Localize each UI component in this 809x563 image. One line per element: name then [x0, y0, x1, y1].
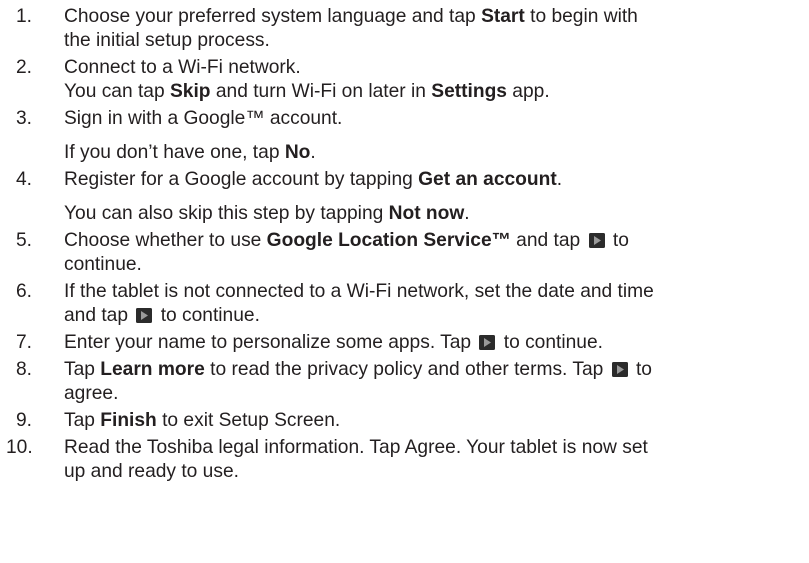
step-item: 1. Choose your preferred system language …	[16, 5, 806, 53]
text-run: to continue.	[155, 305, 260, 326]
text-run: app.	[506, 81, 550, 102]
text-run: .	[556, 169, 563, 190]
step-number: 6.	[16, 281, 33, 302]
bold-term: No	[284, 142, 311, 163]
play-arrow-icon	[479, 335, 496, 350]
step-number: 4.	[16, 169, 33, 190]
step-item: 7. Enter your name to personalize some ap…	[16, 331, 806, 355]
play-arrow-icon	[588, 233, 605, 248]
step-text-line: Tap Finish to exit Setup Screen.	[64, 409, 806, 433]
text-run: .	[464, 203, 470, 224]
text-run: If you don’t have one, tap	[64, 142, 285, 163]
step-item: 4. Register for a Google account by tappi…	[16, 168, 806, 226]
text-run: and turn Wi-Fi on later in	[210, 81, 432, 102]
bold-term: Start	[481, 6, 525, 27]
text-run: Choose whether to use	[64, 230, 267, 251]
step-item: 10. Read the Toshiba legal information. T…	[6, 436, 806, 484]
bold-term: Get an account	[418, 169, 557, 190]
bold-term: Google Location Service™	[266, 230, 511, 251]
step-number: 8.	[16, 359, 33, 380]
step-item: 6. If the tablet is not connected to a Wi…	[16, 280, 806, 328]
step-text-line: and tap to continue.	[64, 304, 806, 328]
setup-instructions: 1. Choose your preferred system language …	[0, 0, 809, 484]
text-run: Choose your preferred system language an…	[64, 6, 482, 27]
step-text-line: You can also skip this step by tapping N…	[64, 202, 806, 226]
bold-term: Learn more	[100, 359, 205, 380]
step-text-line: continue.	[64, 253, 806, 277]
step-text-line: If you don’t have one, tap No.	[64, 141, 806, 165]
play-arrow-icon	[136, 308, 153, 323]
step-number: 5.	[16, 230, 33, 251]
text-run: Connect to a Wi-Fi network.	[64, 57, 301, 78]
text-run: Tap	[64, 410, 101, 431]
text-run: Tap	[64, 359, 101, 380]
step-item: 9. Tap Finish to exit Setup Screen.	[16, 409, 806, 433]
bold-term: Not now	[388, 203, 465, 224]
text-run: Read the Toshiba legal information. Tap …	[64, 437, 648, 458]
step-item: 2. Connect to a Wi-Fi network. You can tap…	[16, 56, 806, 104]
text-run: You can tap	[64, 81, 170, 102]
step-item: 8. Tap Learn more to read the privacy pol…	[16, 358, 806, 406]
step-text-line: Tap Learn more to read the privacy polic…	[64, 358, 806, 382]
step-text-line: Choose your preferred system language an…	[64, 5, 806, 29]
step-number: 9.	[16, 410, 33, 431]
text-run: continue.	[64, 254, 142, 275]
text-run: .	[310, 142, 316, 163]
bold-term: Finish	[100, 410, 157, 431]
step-text-line: Enter your name to personalize some apps…	[64, 331, 806, 355]
step-number: 7.	[16, 332, 33, 353]
step-number: 10.	[6, 437, 33, 458]
play-arrow-icon	[611, 362, 628, 377]
step-text-line: If the tablet is not connected to a Wi-F…	[64, 280, 806, 304]
step-text-line: agree.	[64, 382, 806, 406]
text-run: to	[630, 359, 652, 380]
text-run: up and ready to use.	[64, 461, 239, 482]
text-run: the initial setup process.	[64, 30, 270, 51]
text-run: and tap	[510, 230, 586, 251]
text-run: agree.	[64, 383, 119, 404]
text-run: to read the privacy policy and other ter…	[204, 359, 609, 380]
step-item: 3. Sign in with a Google™ account. If you …	[16, 107, 806, 165]
bold-term: Settings	[431, 81, 507, 102]
step-number: 3.	[16, 108, 33, 129]
step-text-line: Read the Toshiba legal information. Tap …	[64, 436, 806, 460]
step-text-line: Register for a Google account by tapping…	[64, 168, 806, 192]
step-text-line: up and ready to use.	[64, 460, 806, 484]
step-number: 2.	[16, 57, 33, 78]
text-run: If the tablet is not connected to a Wi-F…	[64, 281, 654, 302]
bold-term: Skip	[169, 81, 211, 102]
step-text-line: Choose whether to use Google Location Se…	[64, 229, 806, 253]
text-run: Enter your name to personalize some apps…	[64, 332, 477, 353]
text-run: to	[607, 230, 629, 251]
step-item: 5. Choose whether to use Google Location …	[16, 229, 806, 277]
text-run: and tap	[64, 305, 134, 326]
step-text-line: You can tap Skip and turn Wi-Fi on later…	[64, 80, 806, 104]
text-run: Register for a Google account by tapping	[64, 169, 419, 190]
step-text-line: the initial setup process.	[64, 29, 806, 53]
step-text-line: Connect to a Wi-Fi network.	[64, 56, 806, 80]
text-run: to begin with	[524, 6, 638, 27]
text-run: to continue.	[498, 332, 603, 353]
step-text-line: Sign in with a Google™ account.	[64, 107, 806, 131]
text-run: Sign in with a Google™ account.	[64, 108, 343, 129]
text-run: You can also skip this step by tapping	[64, 203, 389, 224]
text-run: to exit Setup Screen.	[156, 410, 341, 431]
step-number: 1.	[16, 6, 33, 27]
